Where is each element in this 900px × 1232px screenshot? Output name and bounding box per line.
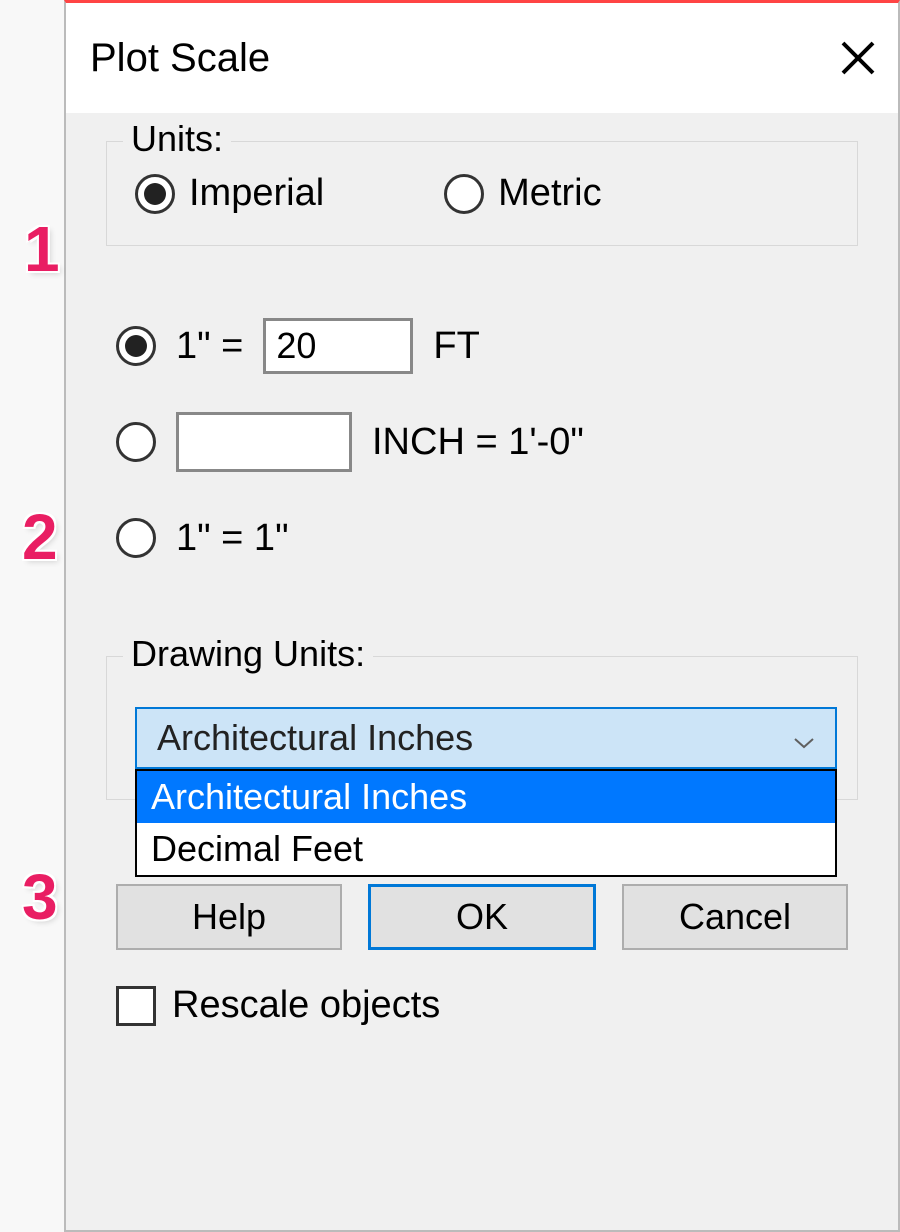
button-row: Help OK Cancel — [106, 884, 858, 950]
units-radio-imperial[interactable]: Imperial — [135, 172, 324, 215]
scale-row-2: INCH = 1'-0" — [116, 412, 858, 472]
close-icon — [838, 38, 878, 78]
scale-row-3: 1" = 1" — [116, 508, 858, 568]
close-button[interactable] — [838, 38, 878, 78]
titlebar: Plot Scale — [66, 3, 898, 113]
radio-dot-icon — [125, 335, 147, 357]
units-fieldset: Units: Imperial Metric — [106, 141, 858, 246]
radio-dot-icon — [144, 183, 166, 205]
scale-radio-1[interactable] — [116, 326, 156, 366]
units-radio-row: Imperial Metric — [135, 172, 837, 215]
drawing-units-legend: Drawing Units: — [123, 633, 373, 675]
drawing-units-fieldset: Drawing Units: Architectural Inches Arch… — [106, 656, 858, 800]
scale-1-right-text: FT — [433, 325, 479, 368]
annotation-3: 3 — [22, 860, 58, 934]
radio-icon — [116, 422, 156, 462]
dropdown-list: Architectural Inches Decimal Feet — [135, 769, 837, 877]
units-legend: Units: — [123, 118, 231, 160]
dropdown-item-decimal[interactable]: Decimal Feet — [137, 823, 835, 875]
scale-radio-2[interactable] — [116, 422, 156, 462]
scale-3-text: 1" = 1" — [176, 517, 289, 560]
units-label-metric: Metric — [498, 172, 601, 215]
annotation-2: 2 — [22, 500, 58, 574]
scale-row-1: 1" = FT — [116, 316, 858, 376]
rescale-checkbox-row: Rescale objects — [106, 984, 858, 1027]
radio-icon — [116, 326, 156, 366]
dropdown-selected-text: Architectural Inches — [157, 717, 473, 759]
units-radio-metric[interactable]: Metric — [444, 172, 601, 215]
units-label-imperial: Imperial — [189, 172, 324, 215]
chevron-down-icon — [793, 717, 815, 759]
dialog-content: Units: Imperial Metric — [66, 113, 898, 1047]
dialog-title: Plot Scale — [90, 36, 270, 81]
dropdown-item-architectural[interactable]: Architectural Inches — [137, 771, 835, 823]
radio-icon — [444, 174, 484, 214]
scale-2-right-text: INCH = 1'-0" — [372, 421, 584, 464]
scale-1-input[interactable] — [263, 318, 413, 374]
scale-1-left-text: 1" = — [176, 325, 243, 368]
scale-radio-3[interactable] — [116, 518, 156, 558]
rescale-label: Rescale objects — [172, 984, 440, 1027]
drawing-units-dropdown[interactable]: Architectural Inches Architectural Inche… — [135, 707, 837, 769]
rescale-checkbox[interactable] — [116, 986, 156, 1026]
help-button[interactable]: Help — [116, 884, 342, 950]
annotation-1: 1 — [24, 212, 60, 286]
plot-scale-dialog: Plot Scale Units: Imperial Metric — [64, 0, 900, 1232]
radio-icon — [135, 174, 175, 214]
radio-icon — [116, 518, 156, 558]
scale-section: 1" = FT INCH = 1'-0" 1" = 1" — [106, 316, 858, 568]
scale-2-input[interactable] — [176, 412, 352, 472]
cancel-button[interactable]: Cancel — [622, 884, 848, 950]
dropdown-selected[interactable]: Architectural Inches — [135, 707, 837, 769]
ok-button[interactable]: OK — [368, 884, 596, 950]
